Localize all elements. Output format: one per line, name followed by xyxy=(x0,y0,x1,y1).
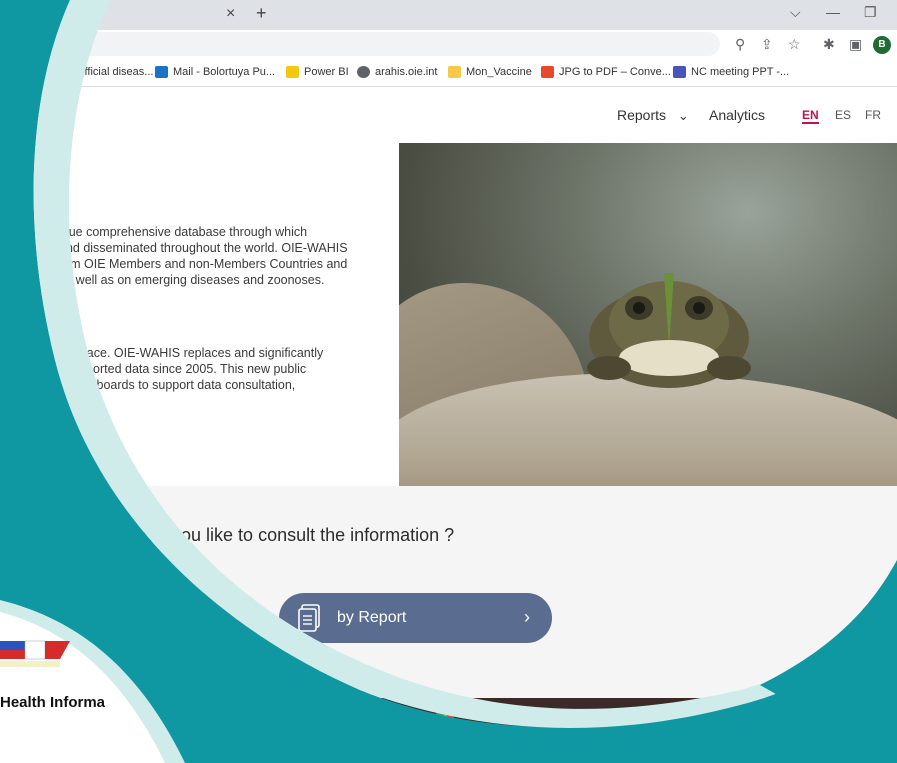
bubble-shape xyxy=(0,600,185,763)
flag-icon xyxy=(0,640,70,667)
health-information-text: Health Informa xyxy=(0,694,106,711)
lower-left-bubble xyxy=(0,600,200,763)
